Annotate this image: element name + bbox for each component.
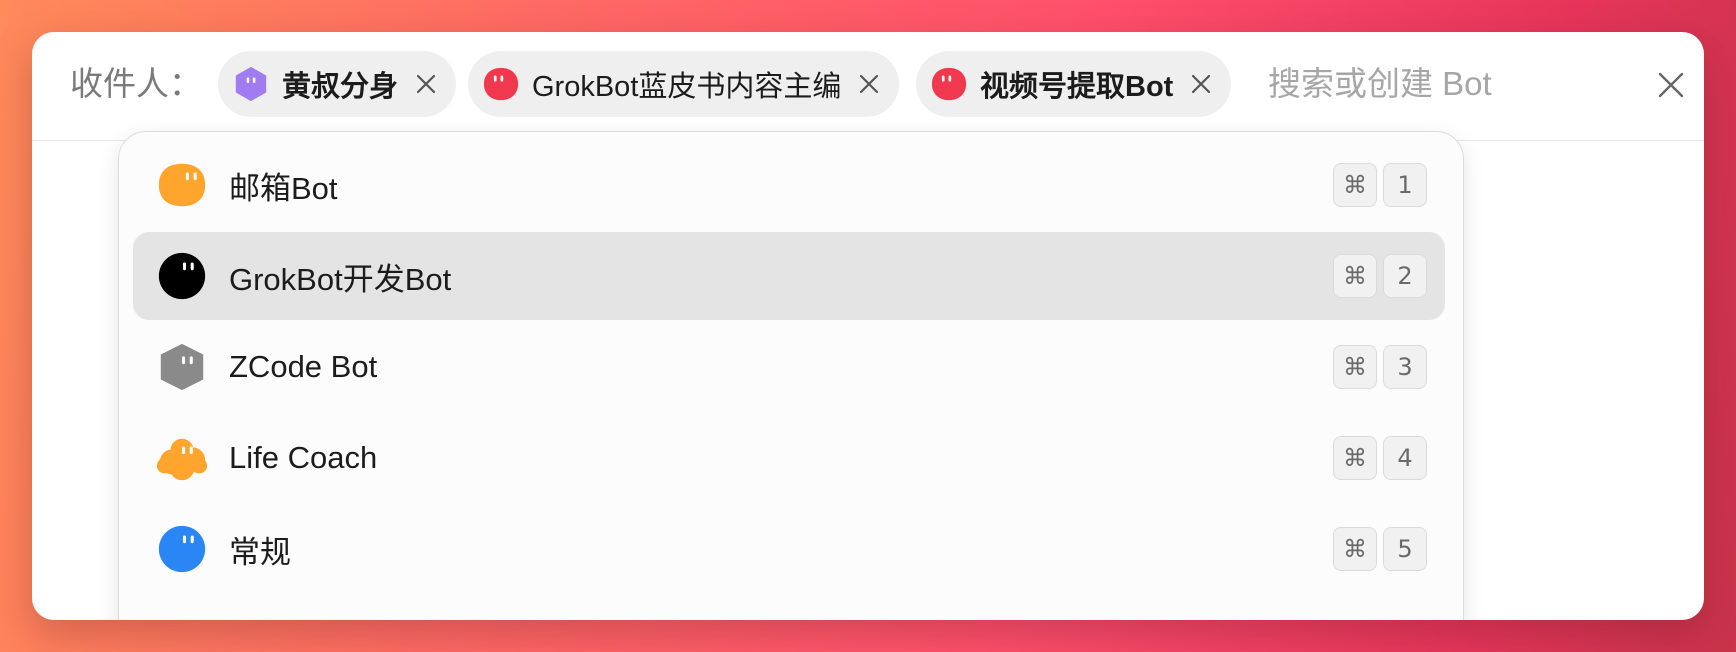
recipient-bar: 收件人： 黄叔分身 GrokBot蓝皮书内容主编 视频号提取Bot 搜索或创建 … (32, 32, 1704, 141)
avatar-shape (235, 66, 267, 102)
keyboard-shortcut: ⌘ 3 (1333, 345, 1427, 389)
purple-hexagon-bot-icon (235, 66, 267, 102)
black-circle-bot-icon (158, 252, 206, 300)
keyboard-shortcut: ⌘ 4 (1333, 436, 1427, 480)
command-key: ⌘ (1333, 345, 1377, 389)
bot-list-item[interactable]: 邮箱Bot ⌘ 1 (133, 141, 1445, 229)
bot-suggestion-list: 邮箱Bot ⌘ 1 GrokBot开发Bot ⌘ 2 ZCode Bot ⌘ 3… (118, 131, 1464, 620)
command-key: ⌘ (1333, 254, 1377, 298)
remove-recipient-icon[interactable] (857, 72, 881, 96)
remove-recipient-icon[interactable] (414, 72, 438, 96)
keyboard-shortcut: ⌘ 1 (1333, 163, 1427, 207)
blue-circle-bot-icon (158, 525, 206, 573)
number-key: 2 (1383, 254, 1427, 298)
bot-name: GrokBot开发Bot (229, 261, 452, 297)
avatar-shape (156, 438, 208, 481)
bot-list-item-selected[interactable]: GrokBot开发Bot ⌘ 2 (133, 232, 1445, 320)
avatar-shape (160, 343, 204, 391)
recipient-chip[interactable]: 视频号提取Bot (916, 51, 1232, 117)
keyboard-shortcut: ⌘ 5 (1333, 527, 1427, 571)
recipient-chip[interactable]: 黄叔分身 (218, 51, 457, 117)
avatar-shape (158, 525, 206, 573)
recipient-chip[interactable]: GrokBot蓝皮书内容主编 (468, 51, 900, 117)
bot-name: ZCode Bot (229, 349, 378, 384)
avatar-shape (483, 67, 519, 101)
command-key: ⌘ (1333, 527, 1377, 571)
avatar-shape (158, 252, 206, 300)
gray-hexagon-bot-icon (160, 343, 204, 391)
bot-list-item[interactable]: 常规 ⌘ 5 (133, 505, 1445, 593)
close-icon[interactable] (1654, 68, 1688, 102)
orange-cloud-bot-icon (156, 438, 208, 481)
bot-name: 邮箱Bot (229, 170, 338, 206)
recipient-label: 收件人： (70, 65, 202, 102)
number-key: 1 (1383, 163, 1427, 207)
recipient-chip-label: 黄叔分身 (282, 71, 399, 103)
avatar-shape (931, 67, 967, 101)
recipient-chip-label: 视频号提取Bot (980, 71, 1174, 103)
number-key: 5 (1383, 527, 1427, 571)
command-key: ⌘ (1333, 163, 1377, 207)
red-blob-bot-icon (483, 67, 519, 101)
command-key: ⌘ (1333, 436, 1377, 480)
bot-list-item[interactable]: Life Coach ⌘ 4 (133, 414, 1445, 502)
recipient-chip-label: GrokBot蓝皮书内容主编 (532, 71, 842, 103)
number-key: 3 (1383, 345, 1427, 389)
bot-list-item[interactable]: ZCode Bot ⌘ 3 (133, 323, 1445, 411)
number-key: 4 (1383, 436, 1427, 480)
avatar-shape (158, 163, 206, 207)
remove-recipient-icon[interactable] (1189, 72, 1213, 96)
keyboard-shortcut: ⌘ 2 (1333, 254, 1427, 298)
search-input[interactable] (1268, 60, 1568, 108)
bot-name: Life Coach (229, 440, 378, 475)
recipient-picker-window: 收件人： 黄叔分身 GrokBot蓝皮书内容主编 视频号提取Bot 搜索或创建 … (32, 32, 1704, 620)
red-blob-bot-icon (931, 67, 967, 101)
orange-blob-bot-icon (158, 163, 206, 207)
bot-name: 常规 (229, 534, 291, 570)
